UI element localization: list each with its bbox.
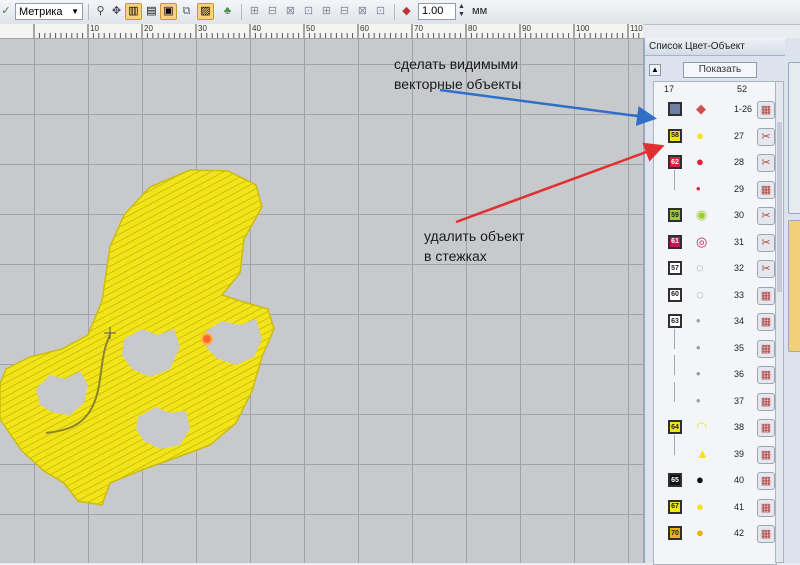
blue-arrow — [439, 88, 657, 126]
annotation-arrows — [439, 88, 665, 224]
red-arrow — [455, 142, 665, 224]
